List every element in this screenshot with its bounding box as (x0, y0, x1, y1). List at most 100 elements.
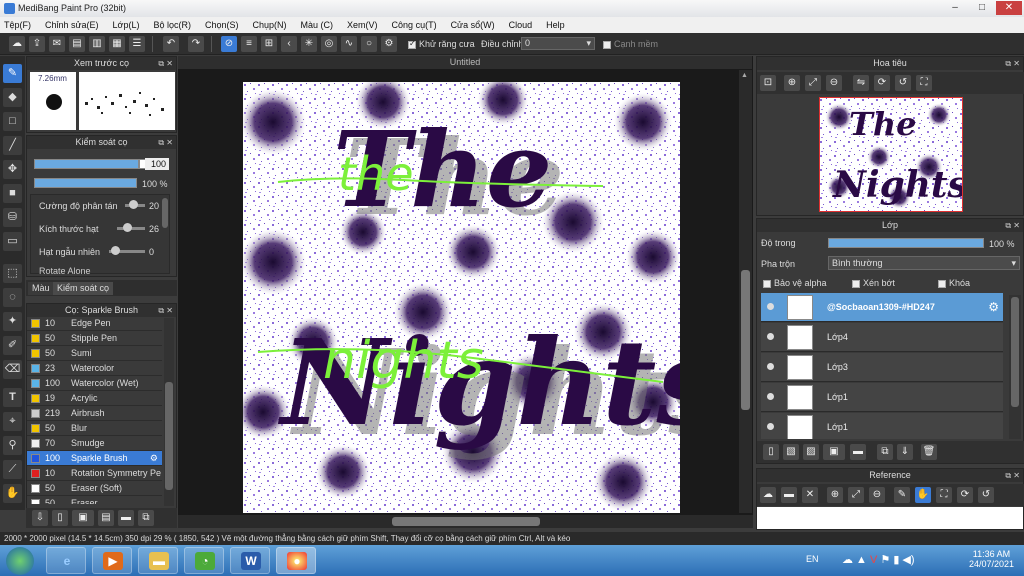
canvas-vscroll-thumb[interactable] (741, 270, 750, 410)
rotate-icon[interactable]: ⟳ (957, 487, 973, 503)
tray-icons[interactable]: ☁ ▲ V ⚑ ▮ ◀) (842, 553, 915, 566)
options-scrollbar[interactable] (162, 198, 168, 228)
new-brush-icon[interactable]: ▯ (52, 510, 68, 526)
curve-snap-icon[interactable]: ∿ (341, 36, 357, 52)
visibility-icon[interactable] (767, 333, 774, 340)
menu-filter[interactable]: Bộ lọc(R) (153, 20, 191, 30)
brush-tool-icon[interactable]: ✎ (3, 64, 22, 83)
add-layer-menu-icon[interactable]: ▣ (823, 444, 845, 460)
brush-list-scroll-thumb[interactable] (165, 382, 173, 490)
reference-view[interactable] (757, 507, 1023, 529)
cloud-icon[interactable]: ☁ (9, 36, 25, 52)
copy-icon[interactable]: ⧉ (138, 510, 154, 526)
open-folder-icon[interactable]: ▬ (781, 487, 797, 503)
brush-list-item[interactable]: 70 Smudge (27, 436, 162, 451)
list-icon[interactable]: ☰ (129, 36, 145, 52)
brush-list-item[interactable]: 10 Rotation Symmetry Pe (27, 466, 162, 481)
layer-row[interactable]: Lớp3 (761, 353, 1003, 382)
taskbar-explorer[interactable]: ▬ (138, 547, 178, 574)
brush-list-item[interactable]: 50 Eraser (27, 496, 162, 504)
fit-icon[interactable]: ⛶ (936, 487, 952, 503)
layer-scroll-thumb[interactable] (1011, 297, 1019, 407)
panel-close-icon[interactable]: ⧉ ✕ (158, 57, 173, 70)
new-layer-icon[interactable]: ▯ (763, 444, 779, 460)
share-icon[interactable]: ⇪ (29, 36, 45, 52)
undo-icon[interactable]: ↶ (163, 36, 179, 52)
circle-snap-icon[interactable]: ○ (361, 36, 377, 52)
tab-brush-control[interactable]: Kiểm soát cọ (53, 282, 114, 295)
visibility-icon[interactable] (767, 393, 774, 400)
gear-icon[interactable]: ⚙ (381, 36, 397, 52)
concentric-snap-icon[interactable]: ◎ (321, 36, 337, 52)
zoom-out-icon[interactable]: ⊖ (826, 75, 842, 91)
panel-close-icon[interactable]: ⧉ ✕ (158, 136, 173, 149)
scatter-slider-handle[interactable] (129, 200, 138, 209)
antialias-checkbox[interactable]: Khử răng cưa (408, 39, 475, 49)
lock-checkbox[interactable]: Khóa (938, 278, 970, 288)
zoom-fit-icon[interactable]: ⊡ (760, 75, 776, 91)
line-tool-icon[interactable]: ╱ (3, 136, 22, 155)
brush-list-item[interactable]: 50 Eraser (Soft) (27, 481, 162, 496)
folder-icon[interactable]: ▬ (118, 510, 134, 526)
blend-mode-select[interactable]: Bình thường ▾ (828, 256, 1020, 270)
reset-icon[interactable]: ↺ (895, 75, 911, 91)
menu-tools[interactable]: Công cụ(T) (392, 20, 437, 30)
document-tab[interactable]: Untitled (178, 56, 752, 69)
zoom-in-icon[interactable]: ⊕ (827, 487, 843, 503)
radial-snap-icon[interactable]: ✳ (301, 36, 317, 52)
rotate-icon[interactable]: ⟳ (874, 75, 890, 91)
new-halftone-layer-icon[interactable]: ▧ (783, 444, 799, 460)
zoom-in-icon[interactable]: ⊕ (784, 75, 800, 91)
taskbar-ie[interactable]: e (46, 547, 86, 574)
eraser-tool-icon[interactable]: ◆ (3, 88, 22, 107)
edit-brush-icon[interactable]: ▤ (98, 510, 114, 526)
layer-opacity-slider[interactable] (828, 238, 984, 248)
brush-list-item[interactable]: 50 Blur (27, 421, 162, 436)
duplicate-layer-icon[interactable]: ⧉ (877, 444, 893, 460)
layer-row[interactable]: Lớp1 (761, 413, 1003, 439)
download-icon[interactable]: ⇩ (32, 510, 48, 526)
brush-list-item[interactable]: 50 Sumi (27, 346, 162, 361)
merge-down-icon[interactable]: ⇓ (897, 444, 913, 460)
brush-size-field[interactable]: 100 (145, 158, 169, 170)
zoom-actual-icon[interactable]: ⤢ (848, 487, 864, 503)
close-button[interactable]: ✕ (996, 1, 1022, 15)
taskbar-medibang[interactable]: ● (276, 547, 316, 574)
visibility-icon[interactable] (767, 423, 774, 430)
menu-color[interactable]: Màu (C) (301, 20, 334, 30)
menu-snap[interactable]: Chụp(N) (253, 20, 287, 30)
taskbar-word[interactable]: W (230, 547, 270, 574)
operation-tool-icon[interactable]: ⌖ (3, 412, 22, 431)
eyedropper-icon[interactable]: ⚲ (3, 436, 22, 455)
new-8bit-layer-icon[interactable]: ▨ (803, 444, 819, 460)
zoom-out-icon[interactable]: ⊖ (869, 487, 885, 503)
start-button[interactable] (6, 547, 34, 575)
maximize-button[interactable]: □ (969, 1, 995, 15)
brush-opacity-slider[interactable] (34, 178, 137, 188)
eyedropper-icon[interactable]: ✎ (894, 487, 910, 503)
grid-icon[interactable]: ▦ (109, 36, 125, 52)
cloud-download-icon[interactable]: ☁ (760, 487, 776, 503)
layer-row[interactable]: Lớp1 (761, 383, 1003, 412)
gear-icon[interactable]: ⚙ (988, 300, 999, 314)
navigator-thumbnail[interactable]: The Nights (819, 97, 963, 212)
redo-icon[interactable]: ↷ (188, 36, 204, 52)
brush-list-item[interactable]: 23 Watercolor (27, 361, 162, 376)
flip-icon[interactable]: ⇋ (853, 75, 869, 91)
menu-help[interactable]: Help (546, 20, 565, 30)
gear-icon[interactable]: ⚙ (150, 451, 158, 466)
menu-file[interactable]: Tệp(F) (4, 20, 31, 30)
correction-select[interactable]: 0 ▾ (521, 37, 595, 50)
dot-tool-icon[interactable]: □ (3, 112, 22, 131)
brush-list-item[interactable]: 219 Airbrush (27, 406, 162, 421)
canvas-vertical-scrollbar[interactable]: ▲ (739, 70, 752, 513)
panel-close-icon[interactable]: ⧉ ✕ (1005, 57, 1020, 70)
menu-cloud[interactable]: Cloud (509, 20, 533, 30)
brush-list-item[interactable]: 10 Edge Pen (27, 316, 162, 331)
comment-icon[interactable]: ✉ (49, 36, 65, 52)
move-tool-icon[interactable]: ✥ (3, 160, 22, 179)
canvas-horizontal-scrollbar[interactable] (178, 515, 753, 528)
layer-row[interactable]: Lớp4 (761, 323, 1003, 352)
taskbar-app[interactable]: ◔ (184, 547, 224, 574)
select-pen-icon[interactable]: ✐ (3, 336, 22, 355)
